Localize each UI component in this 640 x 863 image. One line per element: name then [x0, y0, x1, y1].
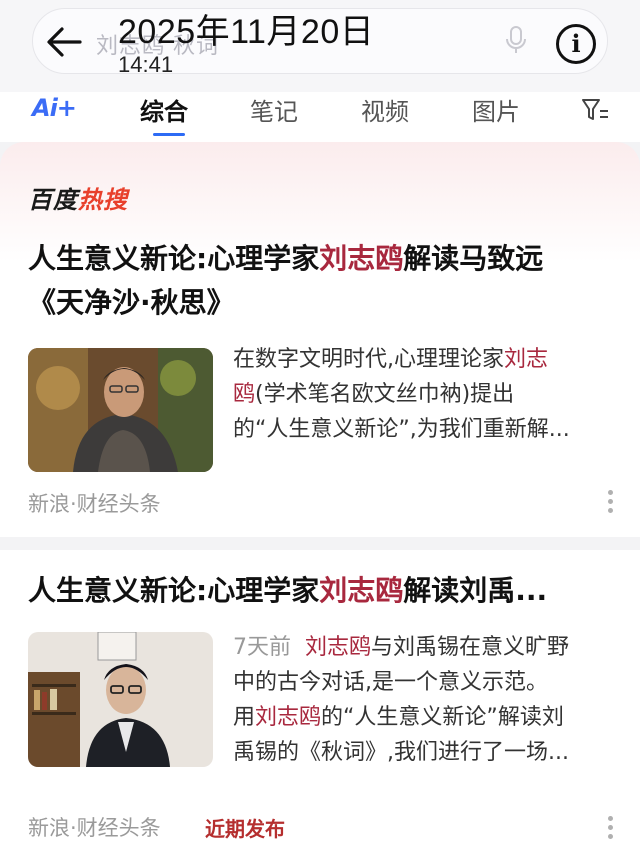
microphone-icon[interactable] — [505, 26, 527, 54]
info-icon[interactable]: i — [556, 24, 596, 64]
top-bar: 刘志鸥 秋词 i 2025年11月20日 14:41 — [0, 0, 640, 92]
result-source[interactable]: 新浪·财经头条 — [28, 812, 161, 842]
filter-icon[interactable] — [580, 96, 610, 124]
snippet-highlight: 鸥 — [233, 382, 256, 407]
snippet-text: 用 — [233, 705, 256, 730]
title-highlight: 刘志鸥 — [319, 574, 404, 607]
tab-bar: Ai+ 综合 笔记 视频 图片 — [0, 92, 640, 142]
result-title-line2[interactable]: 《天净沙·秋思》 — [28, 282, 618, 324]
result-source[interactable]: 新浪·财经头条 — [28, 488, 161, 518]
title-text: 解读刘禹... — [403, 574, 548, 607]
result-card[interactable]: 人生意义新论:心理学家刘志鸥解读刘禹... 7天前 刘志鸥与刘禹锡在意义旷野 中… — [0, 550, 640, 863]
recent-badge: 近期发布 — [205, 817, 285, 841]
snippet-text: 中的古今对话,是一个意义示范。 — [233, 670, 548, 695]
ai-search-tab[interactable]: Ai+ — [32, 94, 77, 122]
snippet-text: (学术笔名欧文丝巾衲)提出 — [255, 382, 515, 407]
title-text: 人生意义新论:心理学家 — [28, 574, 320, 607]
title-text: 解读马致远 — [403, 242, 544, 275]
snippet-text: 与刘禹锡在意义旷野 — [371, 635, 570, 660]
brand-prefix: 百度 — [28, 186, 78, 214]
more-options-icon[interactable] — [603, 816, 617, 840]
snippet-text: 的“人生意义新论”,为我们重新解... — [233, 417, 570, 442]
snippet-highlight: 刘志 — [504, 347, 549, 372]
time-stamp: 14:41 — [118, 52, 174, 77]
active-tab-indicator — [153, 133, 185, 136]
tab-comprehensive[interactable]: 综合 — [140, 92, 188, 127]
tab-video[interactable]: 视频 — [361, 92, 409, 127]
result-thumbnail[interactable] — [28, 632, 213, 767]
date-stamp: 2025年11月20日 — [118, 13, 375, 51]
snippet-highlight: 刘志鸥 — [305, 635, 372, 660]
tab-images[interactable]: 图片 — [472, 92, 520, 127]
result-title[interactable]: 人生意义新论:心理学家刘志鸥解读刘禹... — [28, 570, 618, 612]
snippet-text: 在数字文明时代,心理理论家 — [233, 347, 504, 372]
publish-time: 7天前 — [233, 635, 291, 660]
result-thumbnail[interactable] — [28, 348, 213, 472]
result-card[interactable]: 百度热搜 人生意义新论:心理学家刘志鸥解读马致远 《天净沙·秋思》 在数字文明时… — [0, 142, 640, 537]
back-arrow-icon[interactable] — [44, 22, 84, 62]
baidu-hot-search-logo: 百度热搜 — [28, 180, 128, 215]
result-title[interactable]: 人生意义新论:心理学家刘志鸥解读马致远 — [28, 238, 618, 280]
result-snippet: 在数字文明时代,心理理论家刘志 鸥(学术笔名欧文丝巾衲)提出 的“人生意义新论”… — [233, 342, 613, 447]
snippet-highlight: 刘志鸥 — [255, 705, 322, 730]
more-options-icon[interactable] — [603, 490, 617, 514]
snippet-text: 禹锡的《秋词》,我们进行了一场... — [233, 740, 569, 765]
result-snippet: 7天前 刘志鸥与刘禹锡在意义旷野 中的古今对话,是一个意义示范。 用刘志鸥的“人… — [233, 630, 613, 770]
tab-notes[interactable]: 笔记 — [250, 92, 298, 127]
title-highlight: 刘志鸥 — [319, 242, 404, 275]
title-text: 人生意义新论:心理学家 — [28, 242, 320, 275]
brand-hot: 热搜 — [78, 186, 128, 214]
snippet-text: 的“人生意义新论”解读刘 — [321, 705, 564, 730]
